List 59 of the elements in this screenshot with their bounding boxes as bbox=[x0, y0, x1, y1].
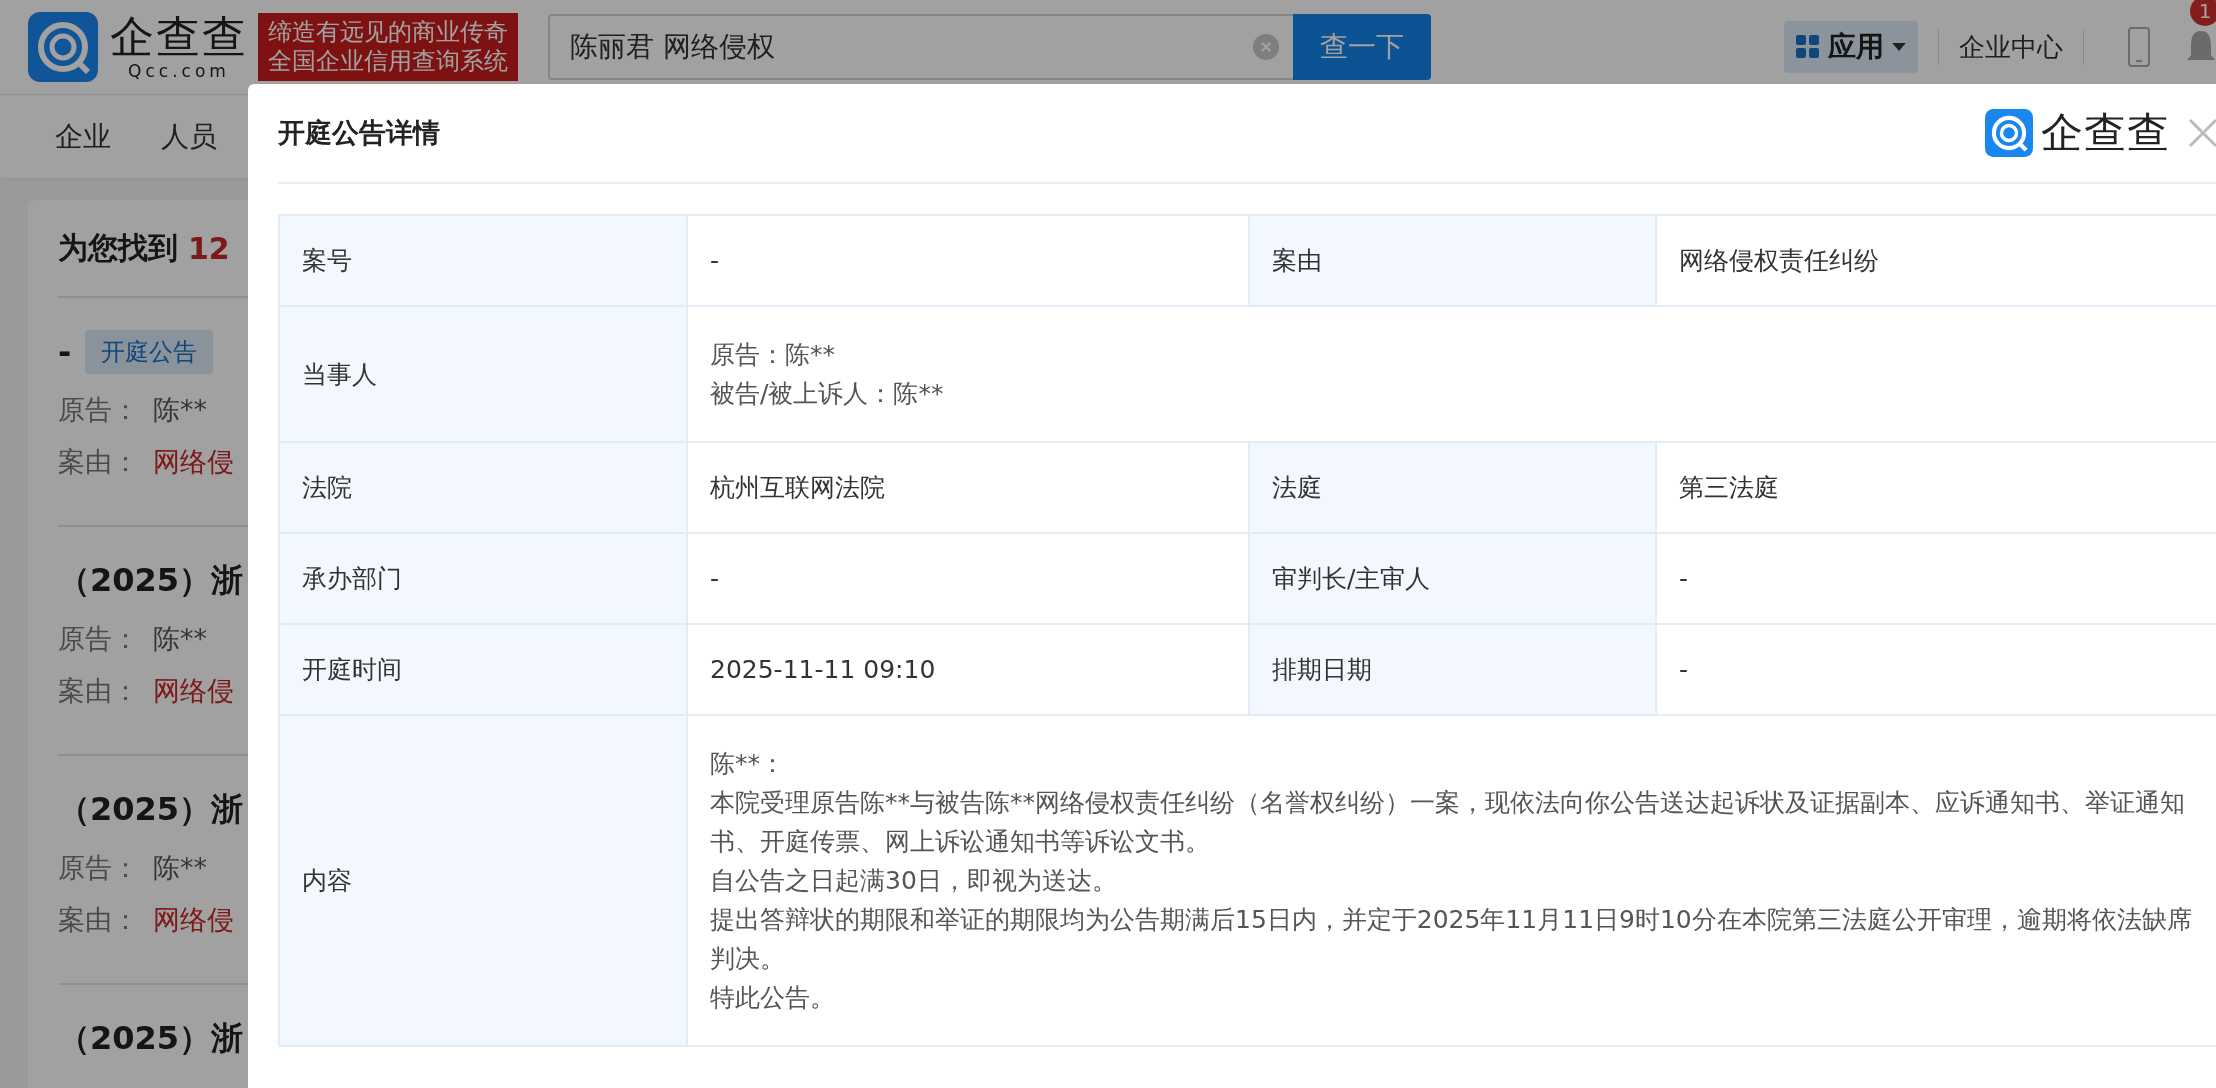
logo-icon[interactable] bbox=[28, 12, 98, 82]
result-title[interactable]: （2025）浙 bbox=[58, 559, 244, 603]
notification-badge: 1 bbox=[2190, 0, 2216, 26]
table-cell: - bbox=[1657, 534, 2216, 625]
logo-domain: Qcc.com bbox=[128, 61, 230, 81]
nav-tab[interactable]: 人员 bbox=[161, 117, 217, 156]
caret-icon bbox=[1892, 42, 1906, 52]
field-value: 网络侵 bbox=[153, 674, 234, 708]
cell-text: 陈**： bbox=[710, 748, 785, 780]
field-value: 陈** bbox=[153, 622, 207, 656]
slogan-text: 缔造有远见的商业传奇 bbox=[268, 18, 508, 47]
table-cell: 网络侵权责任纠纷 bbox=[1657, 216, 2216, 307]
nav-tab[interactable]: 企业 bbox=[55, 117, 111, 156]
cell-text: 提出答辩状的期限和举证的期限均为公告期满后15日内，并定于2025年11月11日9时10分在本院第三法庭公开审理，逾期将依法缺席判决。 bbox=[710, 904, 2193, 975]
dialog-title: 开庭公告详情 bbox=[278, 116, 440, 150]
logo-brand: 企查查 bbox=[110, 13, 248, 61]
phone-icon[interactable] bbox=[2128, 27, 2150, 67]
results-summary: 为您找到 bbox=[58, 228, 178, 267]
table-cell: 排期日期 bbox=[1250, 625, 1657, 716]
close-icon[interactable] bbox=[2188, 118, 2216, 148]
result-title[interactable]: （2025）浙 bbox=[58, 1017, 244, 1061]
field-label: 案由： bbox=[58, 903, 139, 937]
cell-text: 本院受理原告陈**与被告陈**网络侵权责任纠纷（名誉权纠纷）一案，现依法向你公告送达起诉状及证据副本、应诉通知书、举证通知书、开庭传票、网上诉讼通知书等诉讼文书。 bbox=[710, 787, 2186, 858]
cell-text: 特此公告。 bbox=[710, 982, 835, 1014]
table-cell: 法庭 bbox=[1250, 443, 1657, 534]
table-cell: 内容 bbox=[280, 716, 688, 1047]
clear-icon[interactable] bbox=[1253, 34, 1279, 60]
cell-text: 被告/被上诉人：陈** bbox=[710, 378, 944, 410]
field-label: 原告： bbox=[58, 851, 139, 885]
table-cell: 承办部门 bbox=[280, 534, 688, 625]
apps-button[interactable]: 应用 bbox=[1784, 21, 1918, 73]
table-cell: 审判长/主审人 bbox=[1250, 534, 1657, 625]
cell-text: 自公告之日起满30日，即视为送达。 bbox=[710, 865, 1117, 897]
field-value: 网络侵 bbox=[153, 445, 234, 479]
logo-brand: 企查查 bbox=[2041, 107, 2170, 159]
logo-icon bbox=[1985, 109, 2033, 157]
grid-icon bbox=[1796, 35, 1820, 59]
result-title[interactable]: - bbox=[58, 333, 72, 371]
slogan-text: 全国企业信用查询系统 bbox=[268, 47, 508, 76]
result-title[interactable]: （2025）浙 bbox=[58, 788, 244, 832]
table-cell: 开庭时间 bbox=[280, 625, 688, 716]
field-label: 原告： bbox=[58, 622, 139, 656]
field-label: 案由： bbox=[58, 674, 139, 708]
enterprise-center-link[interactable]: 企业中心 bbox=[1959, 29, 2063, 65]
field-label: 案由： bbox=[58, 445, 139, 479]
field-value: 陈** bbox=[153, 851, 207, 885]
table-cell: 案号 bbox=[280, 216, 688, 307]
table-cell: 案由 bbox=[1250, 216, 1657, 307]
table-cell: - bbox=[1657, 625, 2216, 716]
field-label: 原告： bbox=[58, 393, 139, 427]
table-cell: 第三法庭 bbox=[1657, 443, 2216, 534]
field-value: 陈** bbox=[153, 393, 207, 427]
search-field[interactable]: 陈丽君 网络侵权 bbox=[548, 14, 1293, 80]
table-cell: 当事人 bbox=[280, 307, 688, 443]
cell-text: 原告：陈** bbox=[710, 339, 835, 371]
table-cell: 法院 bbox=[280, 443, 688, 534]
results-count: 12 bbox=[188, 230, 230, 266]
field-value: 网络侵 bbox=[153, 903, 234, 937]
type-tag: 开庭公告 bbox=[85, 330, 214, 374]
